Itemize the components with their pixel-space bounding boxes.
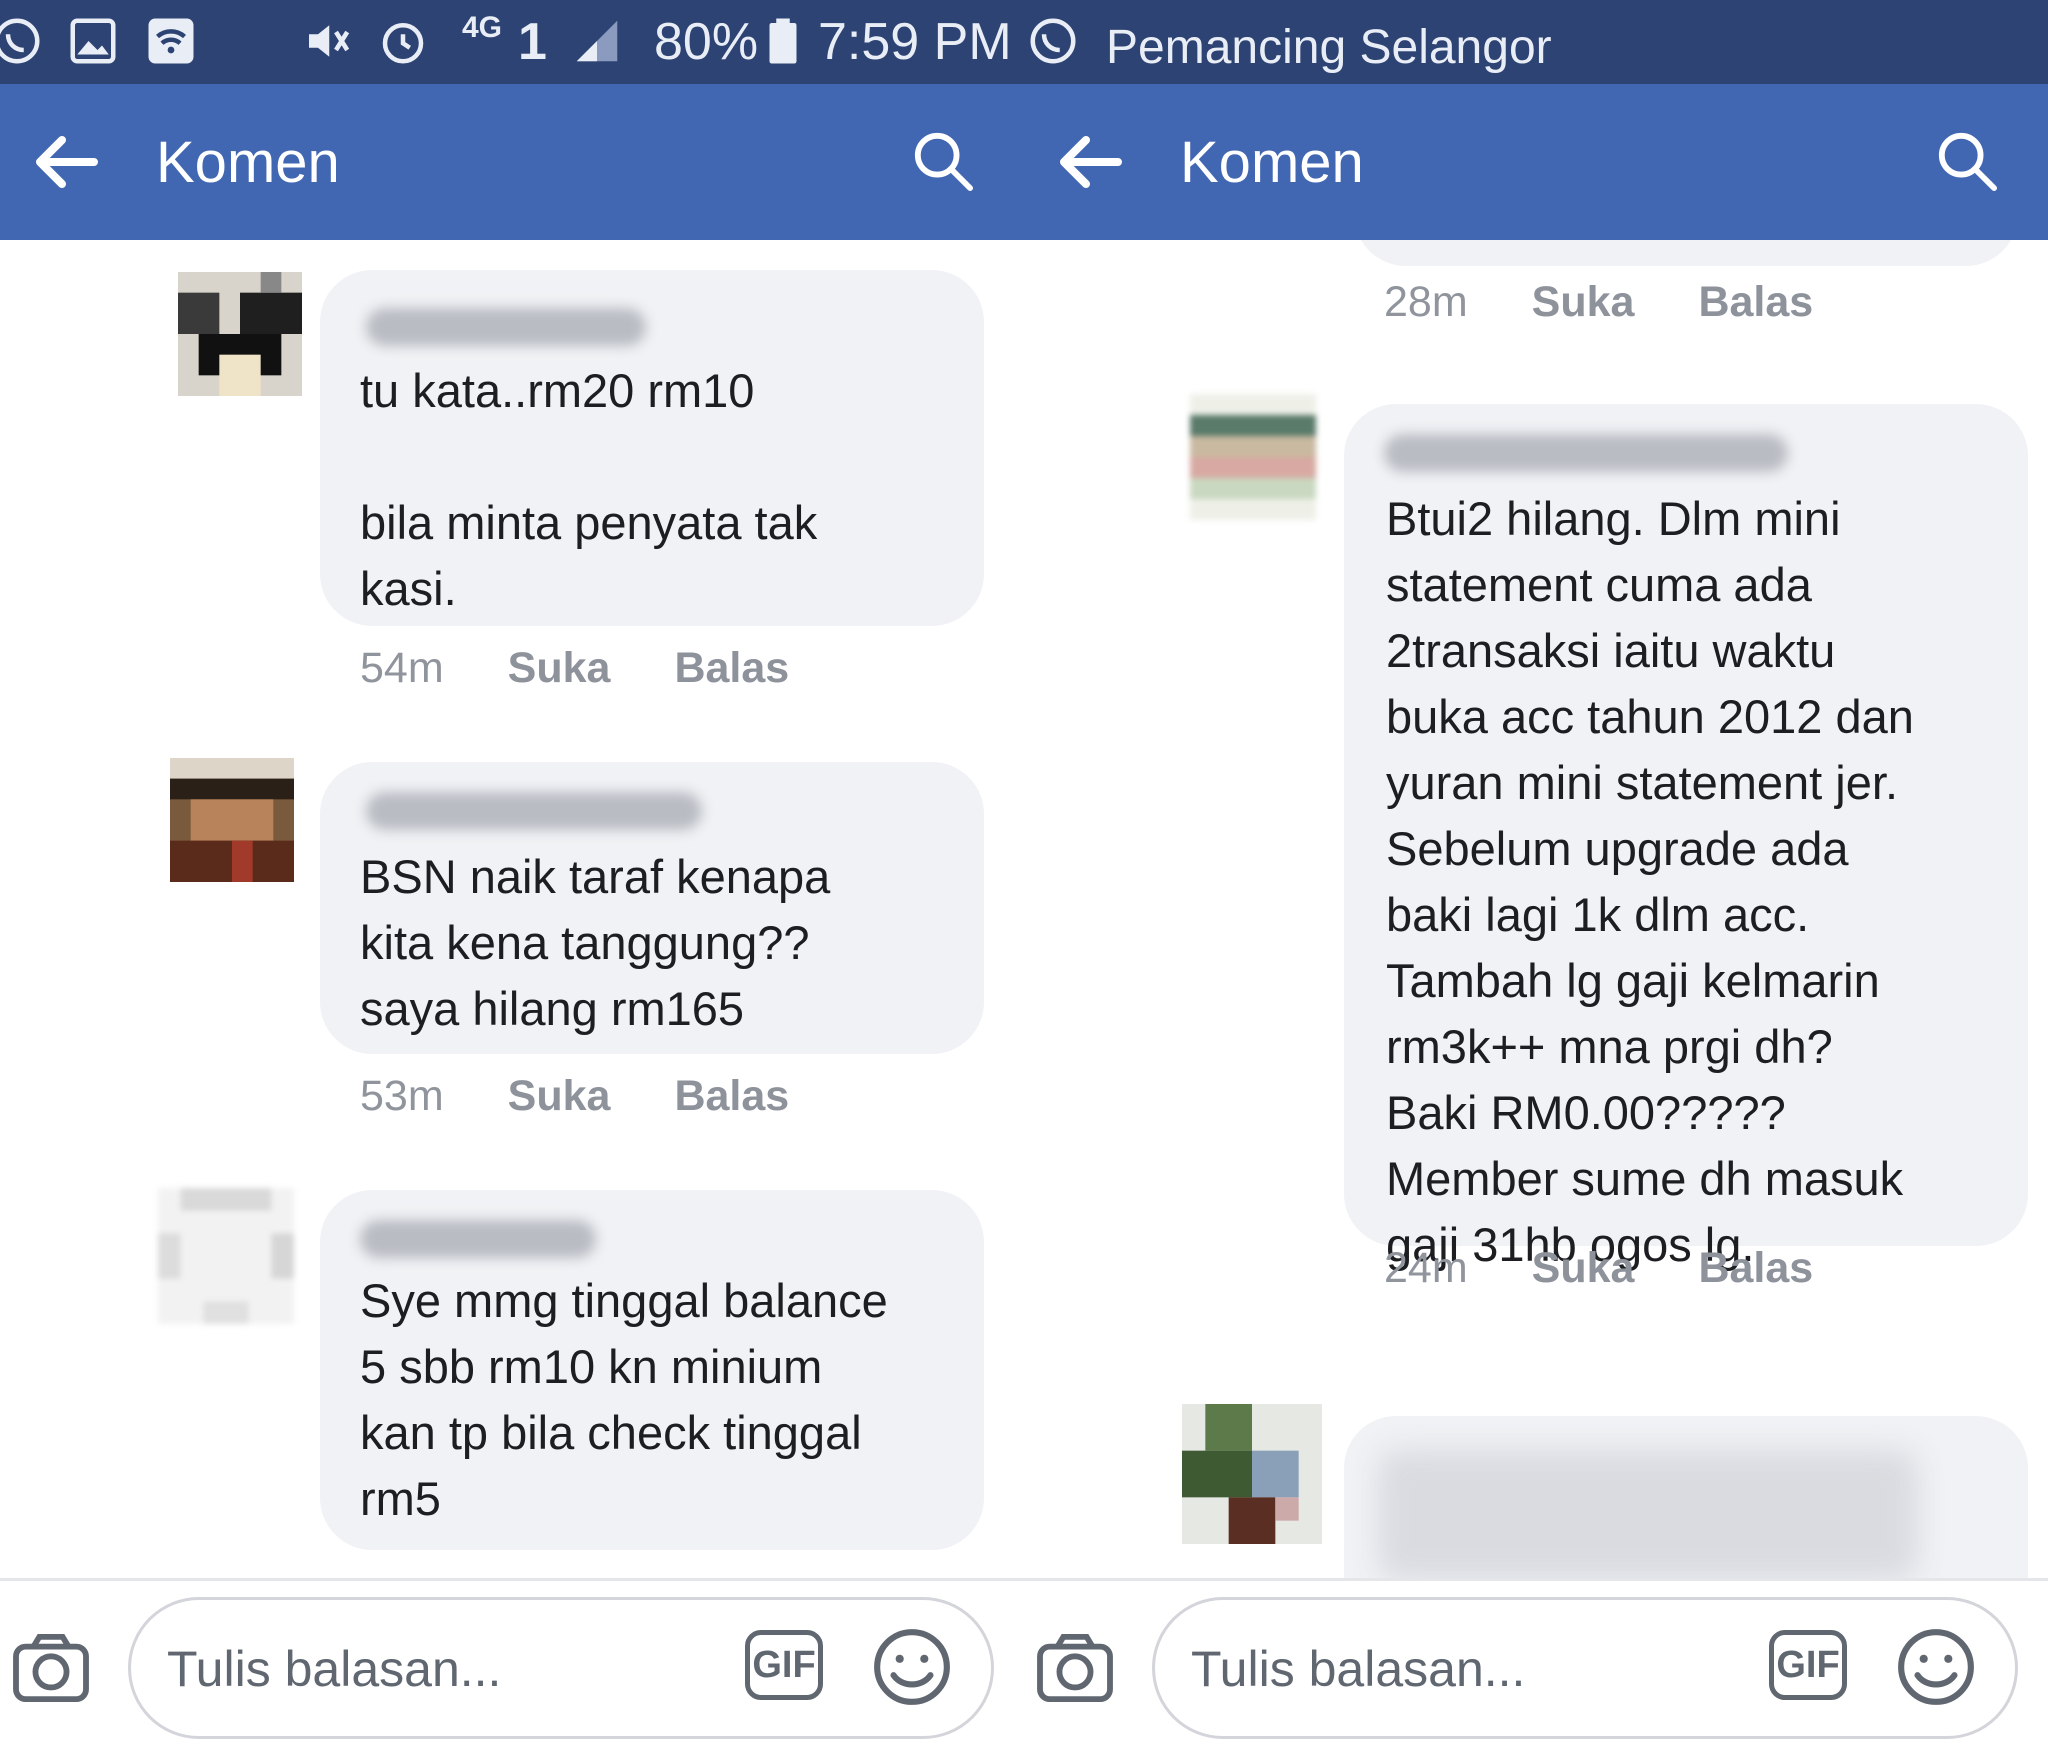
battery-percent: 80% (654, 13, 759, 71)
comment-bubble: Btui2 hilang. Dlm mini statement cuma ad… (1344, 404, 2028, 1271)
comment-text-blurred (1378, 1450, 1918, 1578)
avatar[interactable] (158, 1188, 294, 1324)
author-name-blurred[interactable] (366, 308, 646, 346)
comment-bubble: BSN naik taraf kenapa kita kena tanggung… (320, 762, 984, 1054)
page-title: Komen (1180, 130, 1364, 195)
reply-input-placeholder: Tulis balasan... (1191, 1641, 1526, 1697)
left-comments-panel: tu kata..rm20 rm10 bila minta penyata ta… (0, 240, 1024, 1578)
right-app-bar: Komen (1024, 84, 2048, 240)
comment-time: 54m (360, 644, 444, 692)
mute-icon (309, 25, 350, 57)
sim-indicator: 1 (518, 13, 547, 71)
comment-meta: 54m Suka Balas (360, 642, 789, 694)
comment-text: Sye mmg tinggal balance 5 sbb rm10 kn mi… (360, 1274, 888, 1525)
reply-button[interactable]: Balas (674, 644, 789, 692)
gif-icon[interactable]: GIF (1769, 1630, 1847, 1700)
like-button[interactable]: Suka (508, 644, 611, 692)
comment-meta: 28m Suka Balas (1384, 276, 1813, 328)
camera-icon[interactable] (12, 1633, 90, 1703)
comment-text: BSN naik taraf kenapa kita kena tanggung… (360, 850, 831, 1035)
notification-title: Pemancing Selangor (1106, 21, 1552, 74)
comment-text: Btui2 hilang. Dlm mini statement cuma ad… (1386, 492, 1914, 1271)
comment-time: 28m (1384, 278, 1468, 326)
clock: 7:59 PM (818, 13, 1012, 71)
like-button[interactable]: Suka (1532, 278, 1635, 326)
comment-text: tu kata..rm20 rm10 bila minta penyata ta… (360, 364, 818, 615)
author-name-blurred[interactable] (366, 792, 702, 830)
right-reply-composer: Tulis balasan... GIF (1024, 1578, 2048, 1754)
avatar[interactable] (1190, 394, 1316, 520)
avatar[interactable] (1182, 1404, 1322, 1544)
status-bar: 4G 1 80% 7:59 PM Pemancing Selangor (0, 0, 2048, 84)
comment-time: 53m (360, 1072, 444, 1120)
camera-icon[interactable] (1036, 1633, 1114, 1703)
alarm-icon (382, 23, 424, 64)
comment-time: 24m (1384, 1244, 1468, 1292)
avatar[interactable] (178, 272, 302, 396)
reply-input[interactable]: Tulis balasan... GIF (1152, 1597, 2018, 1739)
like-button[interactable]: Suka (1532, 1244, 1635, 1292)
whatsapp-icon (0, 18, 40, 64)
reply-input[interactable]: Tulis balasan... GIF (128, 1597, 994, 1739)
emoji-icon[interactable] (1895, 1626, 1977, 1708)
right-comments-panel: 28m Suka Balas Btui2 hilang. Dlm mini stat… (1024, 240, 2048, 1578)
comment-bubble (1344, 1416, 2028, 1578)
comment-bubble: Sye mmg tinggal balance 5 sbb rm10 kn mi… (320, 1190, 984, 1550)
emoji-icon[interactable] (871, 1626, 953, 1708)
gif-icon[interactable]: GIF (745, 1630, 823, 1700)
whatsapp-icon (1030, 18, 1076, 64)
comment-bubble: tu kata..rm20 rm10 bila minta penyata ta… (320, 270, 984, 626)
search-icon[interactable] (912, 130, 974, 192)
reply-button[interactable]: Balas (674, 1072, 789, 1120)
network-type: 4G (462, 11, 503, 44)
author-name-blurred[interactable] (360, 1220, 596, 1258)
left-reply-composer: Tulis balasan... GIF (0, 1578, 1024, 1754)
avatar[interactable] (170, 758, 294, 882)
reply-button[interactable]: Balas (1698, 278, 1813, 326)
comment-bubble (1354, 240, 2018, 266)
reply-button[interactable]: Balas (1698, 1244, 1813, 1292)
back-arrow-icon[interactable] (1058, 134, 1122, 190)
author-name-blurred[interactable] (1384, 434, 1788, 472)
gallery-icon (70, 18, 116, 64)
page-title: Komen (156, 130, 340, 195)
reply-input-placeholder: Tulis balasan... (167, 1641, 502, 1697)
comment-meta: 53m Suka Balas (360, 1070, 789, 1122)
back-arrow-icon[interactable] (34, 134, 98, 190)
like-button[interactable]: Suka (508, 1072, 611, 1120)
wifi-icon (148, 18, 194, 64)
left-app-bar: Komen (0, 84, 1024, 240)
comment-meta: 24m Suka Balas (1384, 1242, 1813, 1294)
signal-icon (576, 20, 618, 62)
search-icon[interactable] (1936, 130, 1998, 192)
battery-icon (769, 18, 797, 64)
